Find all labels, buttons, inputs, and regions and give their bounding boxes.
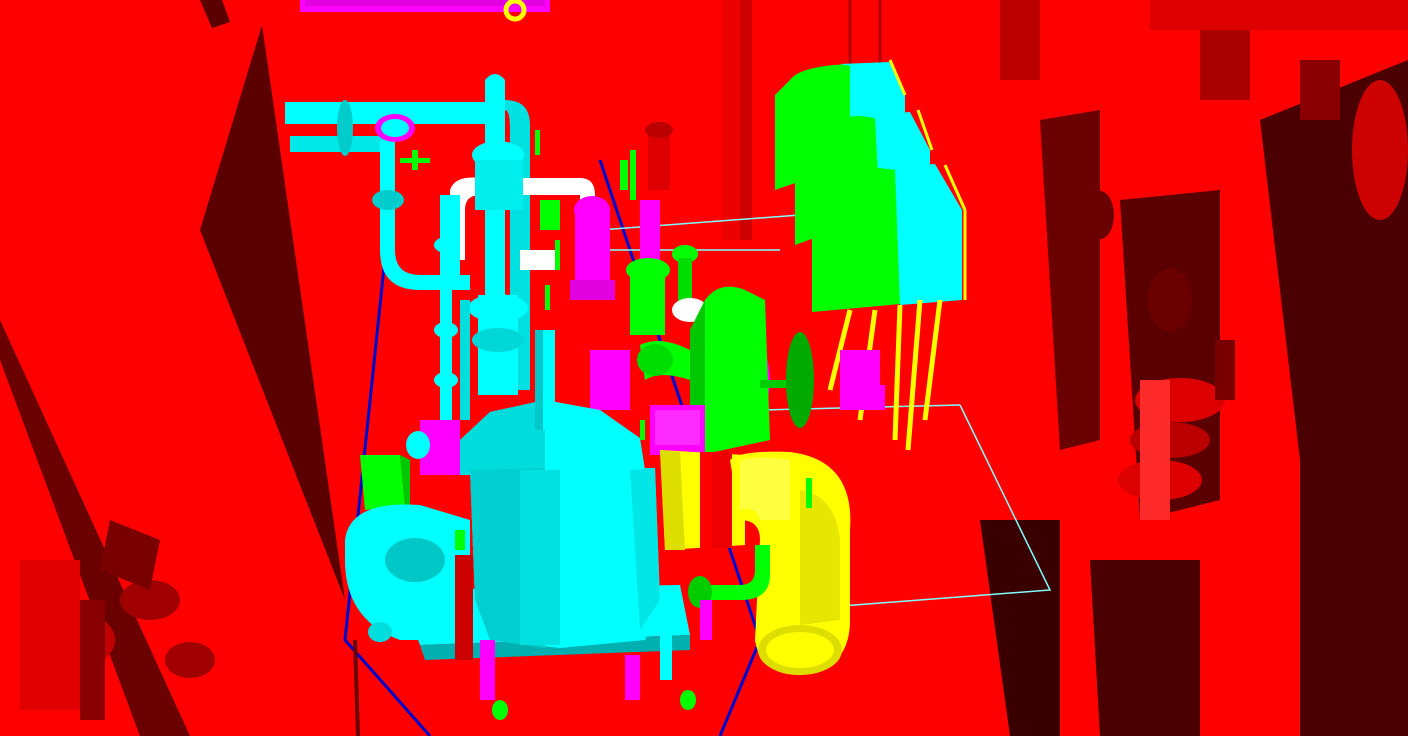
right-panel-lower-shadow-2 <box>1090 560 1200 736</box>
motor-handwheel[interactable] <box>786 332 814 428</box>
3d-plant-viewport[interactable] <box>0 0 1408 736</box>
plant-model-scene[interactable] <box>0 0 1408 736</box>
magenta-valve-1[interactable] <box>570 196 615 300</box>
green-junction-box[interactable] <box>360 455 410 510</box>
rear-red-valve <box>645 122 673 190</box>
left-top-beam <box>0 0 230 30</box>
